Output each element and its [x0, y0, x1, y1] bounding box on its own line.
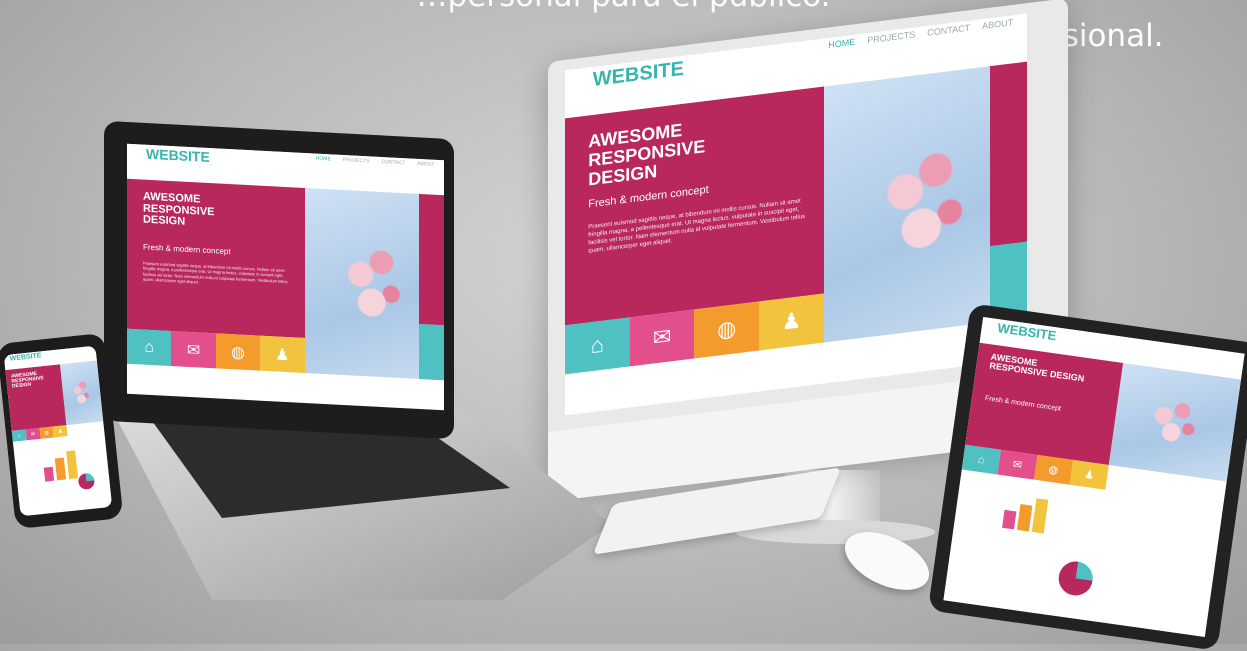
user-icon[interactable]: ♟ — [759, 293, 824, 351]
home-icon[interactable]: ⌂ — [127, 328, 172, 367]
nav-about[interactable]: ABOUT — [982, 18, 1013, 32]
globe-icon[interactable]: ◍ — [215, 333, 261, 371]
mail-icon[interactable]: ✉ — [171, 331, 216, 369]
user-icon[interactable]: ♟ — [1069, 459, 1110, 491]
mail-icon[interactable]: ✉ — [997, 449, 1038, 481]
hero-headline: AWESOME RESPONSIVE DESIGN — [588, 119, 706, 190]
blossom-photo — [60, 360, 104, 426]
accent-bar — [990, 61, 1027, 246]
hero-subheadline: Fresh & modern concept — [142, 242, 231, 257]
home-icon[interactable]: ⌂ — [565, 317, 630, 374]
globe-icon[interactable]: ◍ — [39, 426, 55, 440]
bar-graphic — [1001, 494, 1048, 534]
phone-screen: WEBSITE AWESOME RESPONSIVE DESIGN ⌂ ✉ ◍ … — [3, 345, 113, 517]
nav-contact[interactable]: CONTACT — [381, 159, 405, 166]
blossom-photo — [1109, 362, 1242, 482]
globe-icon[interactable]: ◍ — [694, 301, 760, 359]
accent-bar-teal — [418, 323, 444, 381]
mail-icon[interactable]: ✉ — [629, 309, 695, 367]
hero-panel: AWESOME RESPONSIVE DESIGN Fresh & modern… — [965, 342, 1124, 465]
nav-projects[interactable]: PROJECTS — [343, 157, 370, 164]
pie-graphic — [1056, 559, 1095, 598]
user-icon[interactable]: ♟ — [260, 335, 305, 373]
nav-contact[interactable]: CONTACT — [927, 23, 970, 38]
nav-projects[interactable]: PROJECTS — [867, 30, 915, 46]
laptop-screen: WEBSITE HOME PROJECTS CONTACT ABOUT AWES… — [127, 143, 444, 411]
home-icon[interactable]: ⌂ — [961, 444, 1002, 475]
mail-icon[interactable]: ✉ — [25, 428, 41, 441]
hero-panel: AWESOME RESPONSIVE DESIGN Fresh & modern… — [127, 178, 305, 338]
hero-headline: AWESOME RESPONSIVE DESIGN — [142, 190, 215, 228]
hero-headline: AWESOME RESPONSIVE DESIGN — [10, 370, 45, 390]
home-icon[interactable]: ⌂ — [11, 429, 27, 443]
tablet-screen: WEBSITE AWESOME RESPONSIVE DESIGN Fresh … — [943, 317, 1245, 637]
hero-headline: AWESOME RESPONSIVE DESIGN — [988, 351, 1085, 385]
site-logo: WEBSITE — [146, 146, 210, 166]
hero-subheadline: Fresh & modern concept — [984, 395, 1062, 413]
site-logo: WEBSITE — [9, 351, 42, 363]
nav-about[interactable]: ABOUT — [417, 161, 434, 168]
hero-subheadline: Fresh & modern concept — [588, 183, 709, 211]
user-icon[interactable]: ♟ — [52, 425, 68, 438]
bar-graphic — [42, 449, 78, 483]
globe-icon[interactable]: ◍ — [1033, 454, 1074, 486]
hero-panel: AWESOME RESPONSIVE DESIGN Fresh & modern… — [565, 86, 824, 326]
accent-bar — [418, 193, 444, 326]
monitor-screen: WEBSITE HOME PROJECTS CONTACT ABOUT AWES… — [565, 13, 1027, 416]
nav-home[interactable]: HOME — [316, 155, 331, 162]
hero-panel: AWESOME RESPONSIVE DESIGN — [5, 363, 67, 431]
hero-body: Praesent euismod sagittis neque, at bibe… — [142, 260, 288, 285]
pie-graphic — [77, 472, 95, 491]
nav-home[interactable]: HOME — [828, 37, 855, 50]
